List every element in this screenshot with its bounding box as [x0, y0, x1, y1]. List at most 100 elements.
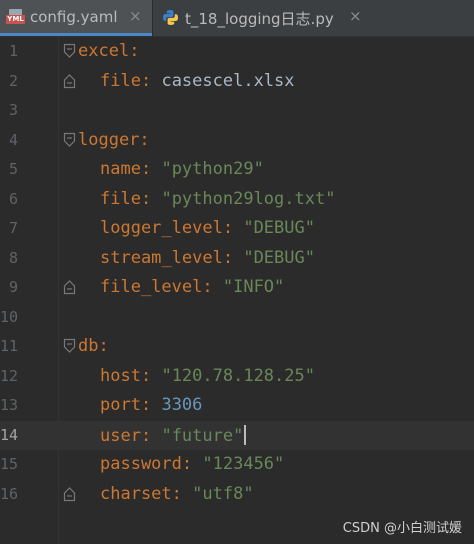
code-line[interactable]: 8 stream_level: "DEBUG" — [0, 244, 474, 273]
code-line[interactable]: 12 host: "120.78.128.25" — [0, 362, 474, 391]
yaml-colon: : — [181, 454, 193, 474]
line-number: 10 — [0, 307, 19, 326]
line-number: 16 — [0, 484, 19, 503]
yaml-value: "120.78.128.25" — [161, 365, 315, 386]
yaml-key: file — [100, 70, 141, 91]
yaml-colon: : — [140, 395, 152, 415]
yaml-value: "python29" — [161, 159, 264, 179]
yaml-key: charset — [100, 483, 172, 504]
yaml-file-icon: YML — [6, 9, 25, 25]
code-line[interactable]: 3 — [0, 96, 474, 125]
yaml-entry: logger: — [78, 130, 150, 150]
code-line[interactable]: 15 password: "123456" — [0, 450, 474, 479]
editor-tab-bar: YML config.yaml × t_18_logging日志.py × — [0, 0, 474, 37]
yaml-value: casescel.xlsx — [161, 70, 295, 91]
code-line[interactable]: 5 name: "python29" — [0, 155, 474, 184]
yaml-colon: : — [202, 277, 213, 297]
line-number: 12 — [0, 366, 19, 385]
fold-open-icon[interactable] — [63, 132, 76, 148]
yaml-entry: password: "123456" — [100, 454, 284, 474]
code-line[interactable]: 11 db: — [0, 332, 474, 361]
code-line[interactable]: 9 file_level: "INFO" — [0, 273, 474, 302]
yaml-colon: : — [129, 41, 140, 61]
yaml-value: "DEBUG" — [243, 218, 315, 238]
yaml-entry: logger_level: "DEBUG" — [100, 218, 315, 238]
code-line[interactable]: 4 logger: — [0, 126, 474, 155]
python-file-icon — [163, 10, 178, 25]
yaml-value: "utf8" — [192, 483, 254, 504]
yaml-key: name — [100, 159, 141, 179]
yaml-colon: : — [171, 483, 182, 504]
yaml-colon: : — [98, 336, 109, 356]
yaml-key: file_level — [100, 277, 203, 297]
code-line[interactable]: 2 file: casescel.xlsx — [0, 67, 474, 96]
line-number: 7 — [8, 219, 18, 237]
yaml-colon: : — [139, 129, 150, 150]
yaml-key: logger_level — [100, 218, 223, 238]
line-number: 3 — [8, 101, 18, 119]
tab-logging-py[interactable]: t_18_logging日志.py × — [153, 0, 373, 36]
close-tab-icon[interactable]: × — [349, 7, 362, 25]
tab-config-yaml[interactable]: YML config.yaml × — [0, 0, 152, 36]
code-line[interactable]: 6 file: "python29log.txt" — [0, 185, 474, 214]
line-number: 8 — [8, 248, 18, 267]
yaml-value: "future" — [161, 425, 244, 446]
yaml-colon: : — [140, 159, 152, 179]
fold-end-icon[interactable] — [63, 486, 76, 502]
line-number: 2 — [8, 71, 18, 90]
watermark: CSDN @小白测试媛 — [342, 521, 462, 536]
yaml-entry: file: casescel.xlsx — [100, 71, 295, 91]
yaml-value: "python29log.txt" — [161, 188, 336, 209]
yaml-value: 3306 — [161, 395, 203, 415]
code-line[interactable]: 13 port: 3306 — [0, 391, 474, 420]
yaml-value: "INFO" — [222, 277, 285, 297]
line-number: 6 — [8, 189, 18, 208]
tab-label: t_18_logging日志.py — [185, 10, 334, 28]
code-line[interactable]: 1 excel: — [0, 37, 474, 66]
line-number: 14 — [0, 425, 19, 444]
yaml-entry: name: "python29" — [100, 159, 264, 179]
yaml-key: stream_level — [100, 247, 223, 268]
yaml-value: "123456" — [202, 454, 285, 474]
code-editor[interactable]: 1 excel: 2 file: casescel.xlsx 3 4 logger: 5 nam… — [0, 37, 474, 544]
yaml-entry: file: "python29log.txt" — [100, 189, 335, 209]
yaml-key: db — [78, 336, 99, 356]
yaml-colon: : — [140, 365, 152, 386]
yaml-entry: host: "120.78.128.25" — [100, 366, 315, 386]
code-line[interactable]: 10 — [0, 303, 474, 332]
yaml-colon: : — [140, 188, 152, 209]
yaml-entry: excel: — [78, 41, 139, 61]
line-number: 15 — [0, 455, 19, 473]
yaml-key: logger — [78, 129, 140, 150]
yaml-key: excel — [78, 41, 130, 61]
fold-end-icon[interactable] — [63, 279, 76, 295]
yaml-entry: charset: "utf8" — [100, 484, 254, 504]
close-tab-icon[interactable]: × — [129, 7, 142, 25]
code-line[interactable]: 14 user: "future" — [0, 420, 474, 450]
code-line[interactable]: 16 charset: "utf8" — [0, 480, 474, 509]
tab-label: config.yaml — [30, 8, 118, 26]
yaml-colon: : — [222, 218, 234, 238]
text-caret — [244, 424, 247, 445]
yaml-entry: db: — [78, 336, 109, 356]
yaml-entry: user: "future" — [100, 424, 247, 446]
line-number: 9 — [8, 278, 18, 296]
yaml-key: file — [100, 188, 141, 209]
code-line[interactable]: 7 logger_level: "DEBUG" — [0, 214, 474, 243]
line-number: 1 — [8, 42, 18, 60]
line-number: 5 — [8, 160, 18, 178]
yaml-key: host — [100, 365, 141, 386]
fold-end-icon[interactable] — [63, 73, 76, 89]
yaml-key: user — [100, 425, 141, 446]
yaml-colon: : — [222, 247, 234, 268]
fold-open-icon[interactable] — [63, 43, 76, 59]
fold-open-icon[interactable] — [63, 338, 76, 354]
line-number: 4 — [8, 130, 18, 149]
line-number: 11 — [0, 337, 19, 355]
yaml-colon: : — [140, 425, 152, 446]
line-number: 13 — [0, 396, 19, 414]
yaml-value: "DEBUG" — [243, 247, 315, 268]
yaml-entry: stream_level: "DEBUG" — [100, 248, 315, 268]
yaml-entry: file_level: "INFO" — [100, 277, 284, 297]
yaml-key: password — [100, 454, 182, 474]
